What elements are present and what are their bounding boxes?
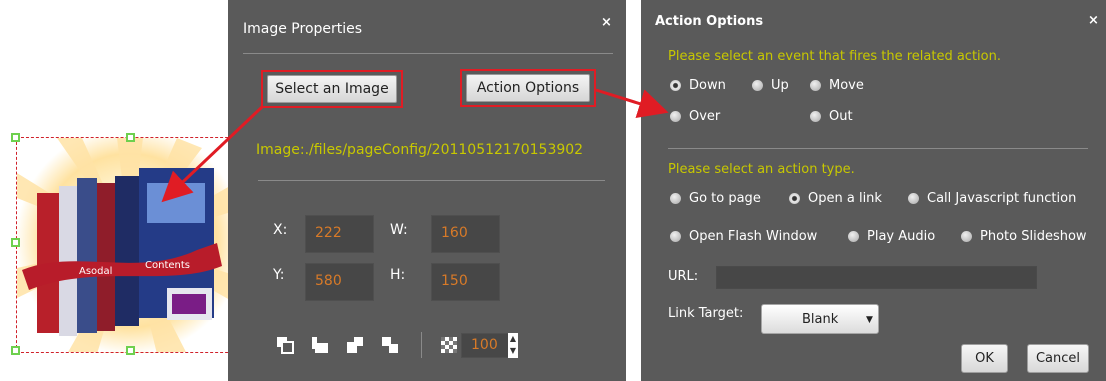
arrow-to-image bbox=[161, 105, 264, 203]
annotation-arrows bbox=[161, 88, 669, 203]
arrow-to-action-options bbox=[595, 88, 669, 119]
